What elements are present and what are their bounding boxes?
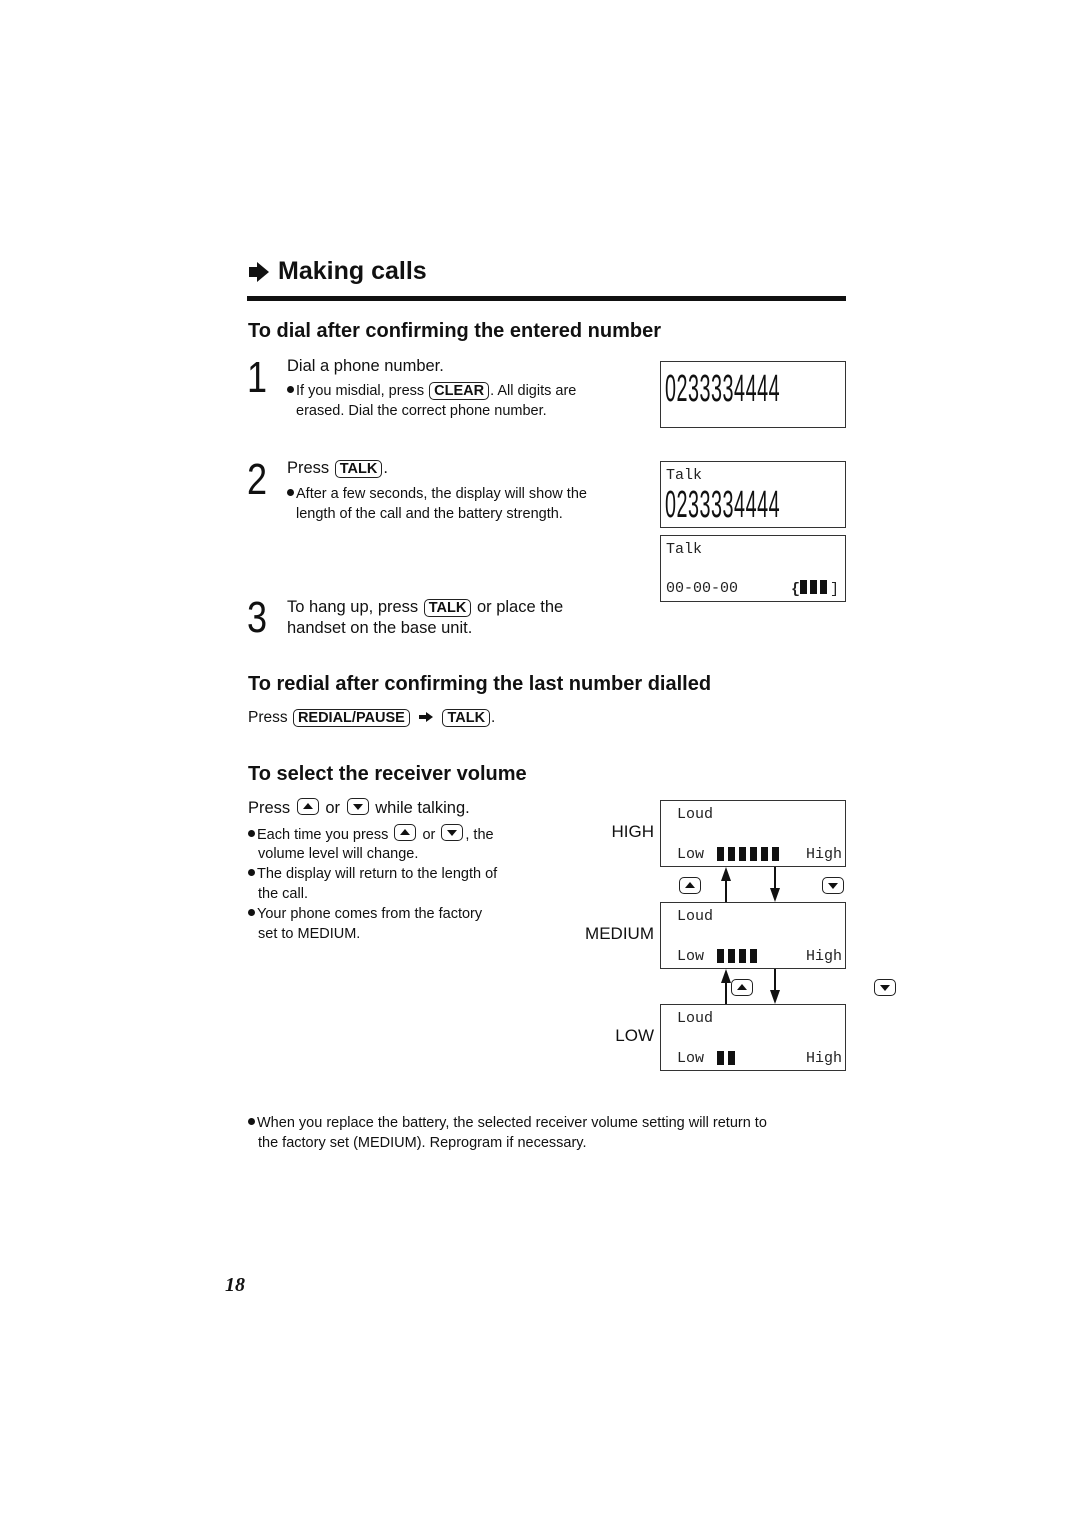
footer-note: When you replace the battery, the select…	[248, 1113, 767, 1133]
section-title: Making calls	[248, 257, 427, 286]
step-2-bullet-line2: length of the call and the battery stren…	[296, 506, 563, 522]
step-1-bullet: If you misdial, press CLEAR. All digits …	[287, 381, 576, 401]
volume-bar	[739, 949, 746, 963]
arrow-right-icon	[249, 261, 269, 282]
talk-key: TALK	[423, 599, 472, 617]
bullet-dot-icon	[248, 830, 255, 837]
step-3-text: To hang up, press TALK or place the	[287, 598, 564, 617]
volume-level-label: MEDIUM	[585, 924, 654, 943]
down-key-icon	[874, 979, 896, 996]
step-number-3: 3	[247, 593, 268, 642]
lcd-talk-label: Talk	[666, 467, 703, 484]
lcd-display-talk: Talk 0233334444	[660, 461, 846, 528]
redial-heading: To redial after confirming the last numb…	[248, 673, 712, 695]
volume-bar	[717, 847, 724, 861]
step-2-text: Press TALK.	[287, 459, 388, 478]
step-number-1: 1	[247, 353, 268, 402]
lcd-loud-label: Loud	[677, 1010, 714, 1027]
step-1-text: Dial a phone number.	[287, 357, 444, 375]
clear-key: CLEAR	[429, 382, 490, 400]
step-number-2: 2	[247, 455, 268, 504]
lcd-call-timer: 00-00-00	[666, 580, 739, 597]
talk-key: TALK	[442, 709, 491, 727]
bullet-dot-icon	[287, 386, 294, 393]
lcd-volume-display: Loud Low High	[660, 1004, 846, 1071]
lcd-loud-label: Loud	[677, 806, 714, 823]
arrow-right-icon	[419, 712, 434, 722]
volume-bars	[717, 949, 761, 967]
battery-indicator-icon: {]	[791, 580, 840, 598]
lcd-low-label: Low	[677, 1050, 705, 1067]
step-3-text-line2: handset on the base unit.	[287, 619, 473, 637]
battery-bars	[800, 580, 830, 598]
volume-bullet-1: Each time you press or , the	[248, 824, 494, 845]
lcd-talk-label: Talk	[666, 541, 703, 558]
volume-bullet-2: The display will return to the length of	[248, 864, 497, 884]
lcd-high-label: High	[805, 1050, 842, 1067]
lcd-digits: 0233334444	[665, 368, 781, 410]
up-key-icon	[394, 824, 417, 841]
volume-bullet-3-line2: set to MEDIUM.	[258, 926, 361, 942]
volume-levels-diagram: HIGH Loud Low High MEDIUM Loud Low High LOW Loud L…	[0, 0, 1080, 1071]
lcd-high-label: High	[805, 948, 842, 965]
up-key-icon	[679, 877, 701, 894]
volume-bar	[750, 847, 757, 861]
lcd-low-label: Low	[677, 948, 705, 965]
lcd-display-timer: Talk 00-00-00 {]	[660, 535, 846, 602]
volume-bullet-1-line2: volume level will change.	[258, 846, 419, 862]
volume-bar	[728, 1051, 735, 1065]
down-key-icon	[441, 824, 464, 841]
volume-instruction: Press or while talking.	[248, 798, 470, 817]
step-2-bullet: After a few seconds, the display will sh…	[287, 484, 587, 504]
bullet-dot-icon	[287, 489, 294, 496]
volume-level-label: HIGH	[611, 822, 655, 841]
volume-bar	[739, 847, 746, 861]
bullet-dot-icon	[248, 869, 255, 876]
talk-key: TALK	[334, 460, 383, 478]
volume-bar	[750, 949, 757, 963]
volume-heading: To select the receiver volume	[248, 763, 527, 785]
step-1-bullet-line2: erased. Dial the correct phone number.	[296, 403, 547, 419]
arrow-down-icon	[770, 969, 780, 1004]
dial-heading: To dial after confirming the entered num…	[248, 320, 662, 342]
footer-note-line2: the factory set (MEDIUM). Reprogram if n…	[258, 1135, 587, 1151]
volume-bar	[728, 847, 735, 861]
redial-pause-key: REDIAL/PAUSE	[292, 709, 410, 727]
page-number: 18	[225, 1274, 245, 1296]
arrow-down-icon	[770, 867, 780, 902]
volume-bullet-3: Your phone comes from the factory	[248, 904, 482, 924]
bullet-dot-icon	[248, 909, 255, 916]
title-rule	[247, 296, 846, 301]
volume-level-label: LOW	[615, 1026, 654, 1045]
volume-bars	[717, 1051, 739, 1069]
volume-bar	[761, 847, 768, 861]
volume-bullet-2-line2: the call.	[258, 886, 308, 902]
arrow-up-icon	[721, 969, 731, 1004]
volume-bar	[728, 949, 735, 963]
bullet-dot-icon	[248, 1118, 255, 1125]
lcd-volume-display: Loud Low High	[660, 902, 846, 969]
volume-bars	[717, 847, 783, 865]
volume-bar	[772, 847, 779, 861]
battery-bar	[810, 580, 818, 594]
arrow-up-icon	[721, 867, 731, 902]
section-title-text: Making calls	[278, 257, 427, 285]
lcd-low-label: Low	[677, 846, 705, 863]
battery-bar	[820, 580, 828, 594]
lcd-high-label: High	[805, 846, 842, 863]
lcd-digits: 0233334444	[665, 484, 781, 526]
redial-instruction: Press REDIAL/PAUSE TALK.	[248, 709, 496, 727]
up-key-icon	[296, 798, 319, 815]
lcd-display-dialed: 0233334444	[660, 361, 846, 428]
down-key-icon	[346, 798, 369, 815]
up-key-icon	[731, 979, 753, 996]
lcd-volume-display: Loud Low High	[660, 800, 846, 867]
battery-bar	[800, 580, 808, 594]
down-key-icon	[822, 877, 844, 894]
volume-bar	[717, 949, 724, 963]
lcd-loud-label: Loud	[677, 908, 714, 925]
volume-bar	[717, 1051, 724, 1065]
